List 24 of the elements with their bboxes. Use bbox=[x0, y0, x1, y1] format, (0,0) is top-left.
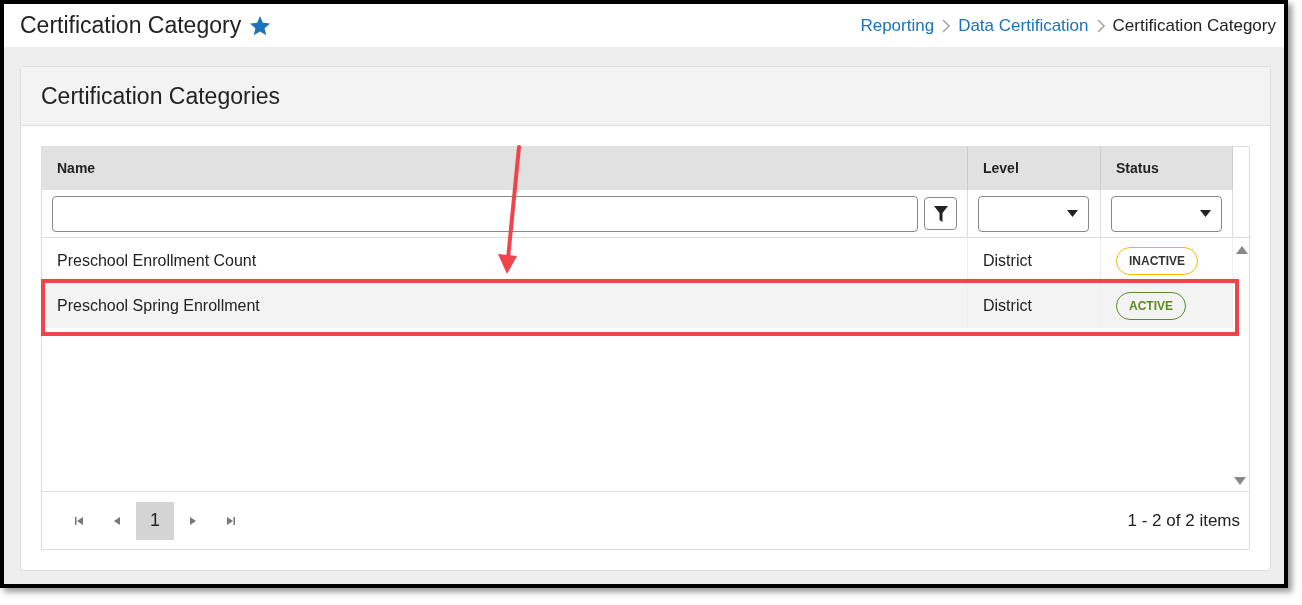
filter-dropdown[interactable] bbox=[1111, 195, 1222, 232]
page-title: Certification Category bbox=[20, 11, 242, 41]
breadcrumb-link[interactable]: Reporting bbox=[860, 12, 935, 39]
column-header[interactable]: Name bbox=[42, 147, 968, 190]
scroll-down-icon[interactable] bbox=[1234, 477, 1246, 485]
caret-icon bbox=[1200, 210, 1211, 217]
filter-input[interactable] bbox=[52, 195, 918, 232]
chevron-icon bbox=[1096, 19, 1105, 34]
caret-icon bbox=[1067, 210, 1078, 217]
page-button[interactable]: 1 bbox=[136, 501, 174, 540]
pagination-summary: 1 - 2 of 2 items bbox=[1127, 509, 1240, 532]
chevron-icon bbox=[942, 19, 951, 34]
filter-dropdown[interactable] bbox=[978, 195, 1089, 232]
breadcrumb-current: Certification Category bbox=[1112, 14, 1276, 37]
table-cell: District bbox=[968, 283, 1101, 328]
table-cell: Preschool Spring Enrollment bbox=[42, 283, 968, 328]
filter-button[interactable] bbox=[924, 197, 957, 230]
scroll-up-icon[interactable] bbox=[1236, 246, 1248, 254]
column-header[interactable]: Status bbox=[1101, 147, 1233, 190]
star-icon[interactable] bbox=[249, 15, 272, 37]
panel-title: Certification Categories bbox=[41, 81, 281, 111]
column-header[interactable]: Level bbox=[968, 147, 1101, 190]
breadcrumb-link[interactable]: Data Certification bbox=[958, 12, 1089, 39]
filter-icon bbox=[933, 205, 948, 222]
